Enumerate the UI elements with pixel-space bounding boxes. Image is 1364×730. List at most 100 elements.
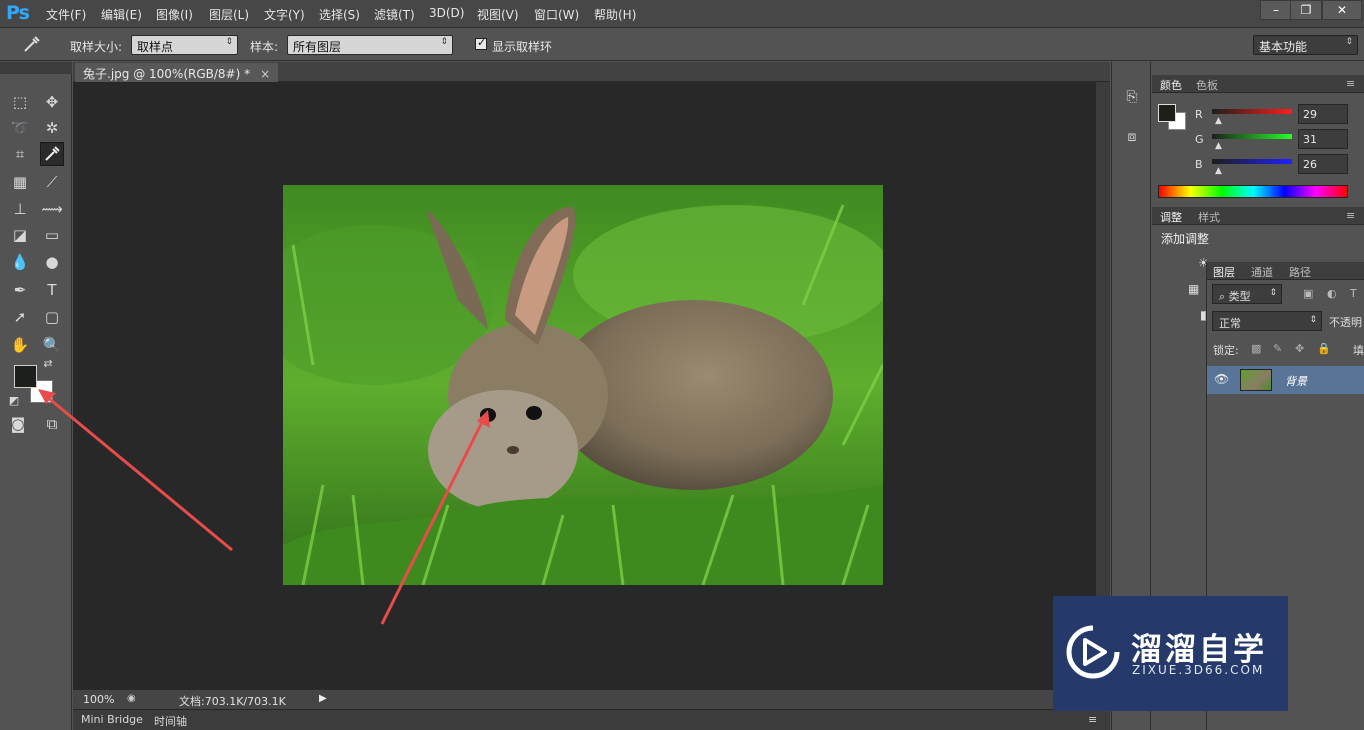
menu-window[interactable]: 窗口(W) [534,6,579,23]
blue-label: B [1195,158,1203,171]
red-slider: R ▲ 29 [1152,104,1364,126]
type-tool-icon[interactable]: T [40,278,64,302]
magic-wand-tool-icon[interactable]: ✲ [40,116,64,140]
green-slider: G ▲ 31 [1152,129,1364,151]
path-select-tool-icon[interactable]: ➚ [8,305,32,329]
sample-select[interactable]: 所有图层 ⇕ [287,35,453,55]
red-track[interactable] [1212,109,1292,114]
blend-mode-select[interactable]: 正常 ⇕ [1212,311,1322,331]
close-button[interactable]: ✕ [1322,0,1362,20]
blur-tool-icon[interactable]: 💧 [8,250,32,274]
menu-help[interactable]: 帮助(H) [594,6,636,23]
adjust-panel-header: 调整 样式 ≡ [1152,207,1364,225]
play-icon[interactable]: ▶ [319,693,327,704]
green-thumb[interactable]: ▲ [1215,141,1222,151]
foreground-color-swatch[interactable] [14,365,37,388]
eyedropper-preset-icon[interactable] [20,33,44,57]
rectangle-tool-icon[interactable]: ▢ [40,305,64,329]
menu-type[interactable]: 文字(Y) [264,6,305,23]
blue-track[interactable] [1212,159,1292,164]
tab-layers[interactable]: 图层 [1213,264,1235,280]
menu-file[interactable]: 文件(F) [46,6,86,23]
blue-slider: B ▲ 26 [1152,154,1364,176]
gradient-tool-icon[interactable]: ▭ [40,223,64,247]
document-tab-bar: 兔子.jpg @ 100%(RGB/8#) * × [73,62,1110,82]
status-menu-icon[interactable]: ◉ [127,693,136,704]
sample-value: 所有图层 [293,40,342,54]
tab-color[interactable]: 颜色 [1160,77,1182,93]
screen-mode-icon[interactable]: ⧉ [40,412,64,436]
red-thumb[interactable]: ▲ [1215,116,1222,126]
blue-value[interactable]: 26 [1298,154,1348,174]
type-filter-icon[interactable]: T [1350,287,1357,300]
tab-styles[interactable]: 样式 [1198,209,1220,225]
panel-menu-icon[interactable]: ≡ [1346,77,1355,90]
menu-view[interactable]: 视图(V) [477,6,519,23]
menu-edit[interactable]: 编辑(E) [101,6,142,23]
blue-thumb[interactable]: ▲ [1215,166,1222,176]
zoom-tool-icon[interactable]: 🔍 [40,333,64,357]
menu-select[interactable]: 选择(S) [319,6,360,23]
tools-panel: ⬚ ✥ ➰ ✲ ⌗ ▦ ⟋ ⊥ ⟿ ◪ ▭ 💧 ● ✒ T ➚ ▢ ✋ 🔍 ⇄ … [0,62,72,730]
menu-3d[interactable]: 3D(D) [429,6,464,20]
green-track[interactable] [1212,134,1292,139]
tab-timeline[interactable]: 时间轴 [154,713,187,729]
document-tab[interactable]: 兔子.jpg @ 100%(RGB/8#) * × [75,63,279,82]
hand-tool-icon[interactable]: ✋ [8,333,32,357]
eyedropper-tool-icon[interactable] [40,142,64,166]
color-spectrum[interactable] [1158,185,1348,198]
rabbit-photo[interactable] [283,185,883,585]
green-value[interactable]: 31 [1298,129,1348,149]
menu-filter[interactable]: 滤镜(T) [374,6,415,23]
rect-marquee-tool-icon[interactable]: ⬚ [8,90,32,114]
restore-button[interactable]: ❐ [1290,0,1322,20]
move-tool-icon[interactable]: ✥ [40,90,64,114]
image-filter-icon[interactable]: ▣ [1303,287,1313,300]
minimize-button[interactable]: – [1260,0,1292,20]
close-icon[interactable]: × [260,67,270,81]
lasso-tool-icon[interactable]: ➰ [8,116,32,140]
history-panel-icon[interactable]: ⎘ [1121,86,1143,108]
healing-brush-tool-icon[interactable]: ▦ [8,170,32,194]
lock-position-icon[interactable]: ✥ [1295,342,1304,355]
tab-swatches[interactable]: 色板 [1196,77,1218,93]
zoom-level[interactable]: 100% [83,693,114,706]
document-area: 兔子.jpg @ 100%(RGB/8#) * × 100% ◉ 文档:703.… [73,62,1110,710]
lock-transparent-icon[interactable]: ▩ [1251,342,1261,355]
panel-menu-icon[interactable]: ≡ [1346,209,1355,222]
red-value[interactable]: 29 [1298,104,1348,124]
eraser-tool-icon[interactable]: ◪ [8,223,32,247]
brush-tool-icon[interactable]: ⟋ [40,170,64,194]
blend-mode-value: 正常 [1219,317,1241,330]
history-brush-tool-icon[interactable]: ⟿ [40,197,64,221]
quick-mask-icon[interactable]: ◙ [6,412,30,436]
layer-filter-select[interactable]: ⌕ 类型 ⇕ [1212,284,1282,304]
default-colors-icon[interactable]: ◩ [6,393,22,409]
bottom-panel-tabs: Mini Bridge 时间轴 ≡ [73,709,1110,730]
layer-name[interactable]: 背景 [1285,373,1307,389]
menu-layer[interactable]: 图层(L) [209,6,249,23]
workspace-select[interactable]: 基本功能 ⇕ [1253,35,1358,55]
pen-tool-icon[interactable]: ✒ [8,278,32,302]
tab-paths[interactable]: 路径 [1289,264,1311,280]
lock-all-icon[interactable]: 🔒 [1317,342,1331,355]
clone-stamp-tool-icon[interactable]: ⊥ [8,197,32,221]
menu-image[interactable]: 图像(I) [156,6,193,23]
swap-colors-icon[interactable]: ⇄ [40,356,56,372]
levels-adjust-icon[interactable]: ▦ [1188,282,1199,296]
crop-tool-icon[interactable]: ⌗ [8,142,32,166]
sample-size-select[interactable]: 取样点 ⇕ [131,35,238,55]
tab-adjustments[interactable]: 调整 [1160,209,1182,225]
properties-panel-icon[interactable]: ⧈ [1121,126,1143,148]
lock-pixels-icon[interactable]: ✎ [1273,342,1282,355]
layer-row[interactable]: 👁 背景 [1207,366,1364,394]
adjustment-filter-icon[interactable]: ◐ [1327,287,1337,300]
tab-channels[interactable]: 通道 [1251,264,1273,280]
fill-label: 填 [1353,344,1364,357]
dodge-tool-icon[interactable]: ● [40,250,64,274]
show-ring-checkbox[interactable] [475,36,487,50]
panel-menu-icon[interactable]: ≡ [1088,713,1097,726]
sample-label: 样本: [250,40,279,54]
eye-icon[interactable]: 👁 [1214,372,1229,386]
tab-mini-bridge[interactable]: Mini Bridge [81,713,143,726]
